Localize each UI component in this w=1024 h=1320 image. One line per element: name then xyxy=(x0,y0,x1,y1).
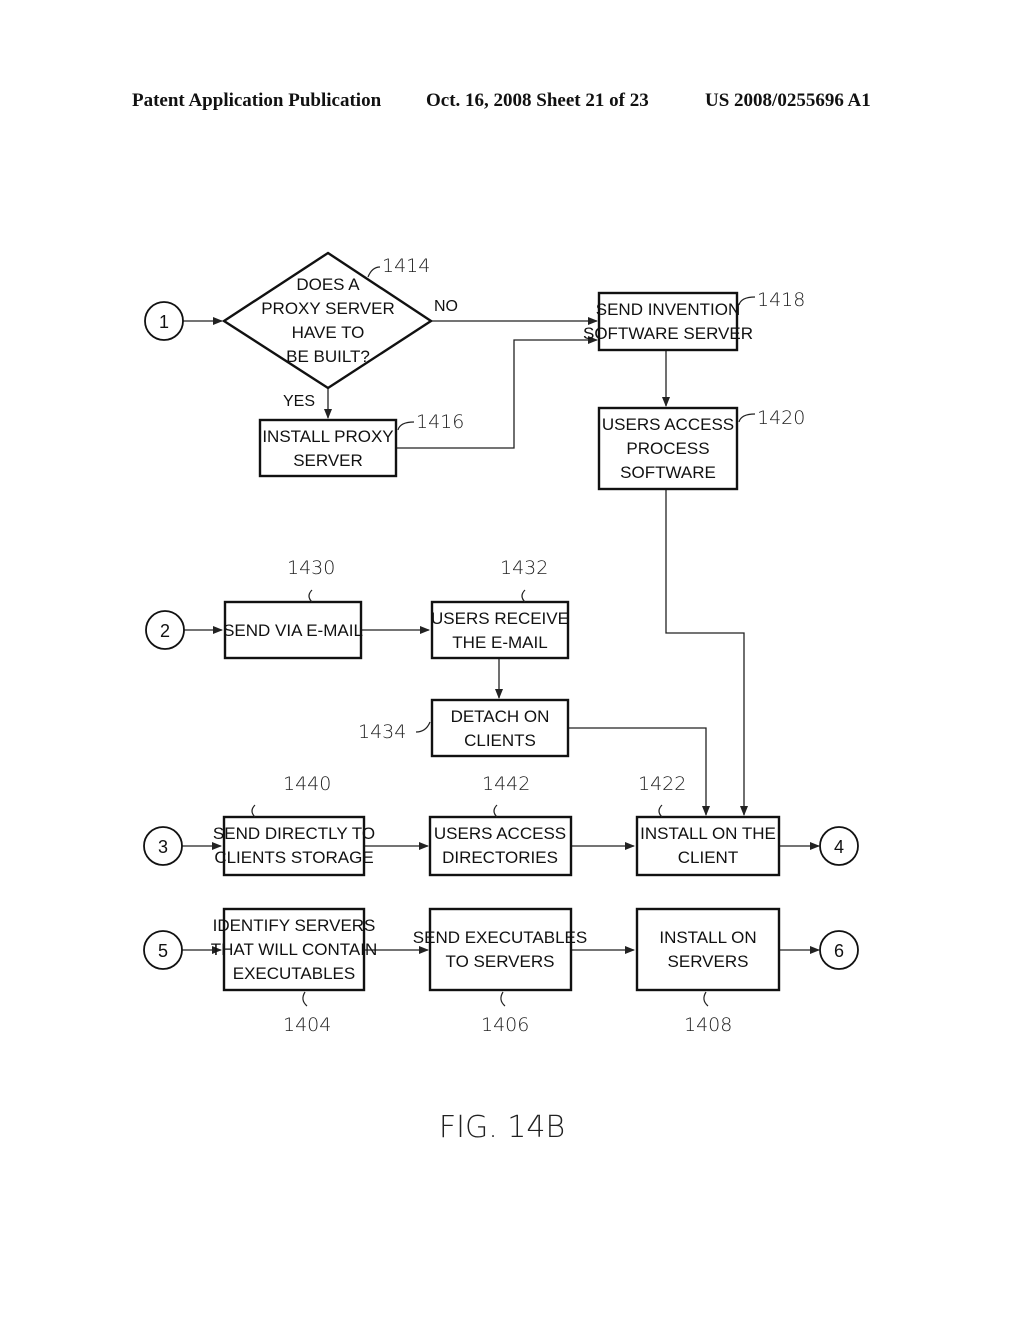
ref-leader-1420 xyxy=(738,413,756,423)
connector-2: 2 xyxy=(145,610,185,650)
process-1434-line-2: CLIENTS xyxy=(464,731,536,750)
figure-label: FIG. 14B xyxy=(439,1110,565,1145)
ref-leader-1418 xyxy=(738,296,756,306)
ref-leader-1440 xyxy=(251,804,256,818)
connector-1-label: 1 xyxy=(159,312,169,332)
ref-1408: 1408 xyxy=(684,1014,732,1036)
connector-4: 4 xyxy=(819,826,859,866)
connector-5: 5 xyxy=(143,930,183,970)
process-1416-line-1: INSTALL PROXY xyxy=(262,427,393,446)
process-1408-line-2: SERVERS xyxy=(668,952,749,971)
connector-2-label: 2 xyxy=(160,621,170,641)
process-1404-line-1: IDENTIFY SERVERS xyxy=(213,916,376,935)
ref-leader-1434 xyxy=(415,721,431,733)
process-1432: USERS RECEIVE THE E-MAIL 1432 xyxy=(430,557,570,660)
connector-5-label: 5 xyxy=(158,941,168,961)
process-1440-line-2: CLIENTS STORAGE xyxy=(214,848,373,867)
process-1422-line-1: INSTALL ON THE xyxy=(640,824,776,843)
ref-leader-1406 xyxy=(500,991,506,1007)
ref-1404: 1404 xyxy=(283,1014,331,1036)
connector-1: 1 xyxy=(144,301,184,341)
process-1442: USERS ACCESS DIRECTORIES 1442 xyxy=(428,773,573,877)
connector-3-label: 3 xyxy=(158,837,168,857)
process-1408: INSTALL ON SERVERS 1408 xyxy=(635,907,781,1036)
process-1420-line-2: PROCESS xyxy=(626,439,709,458)
ref-1422: 1422 xyxy=(638,773,686,795)
connector-4-label: 4 xyxy=(834,837,844,857)
process-1420-line-1: USERS ACCESS xyxy=(602,415,734,434)
process-1430: SEND VIA E-MAIL 1430 xyxy=(223,557,363,660)
ref-leader-1414 xyxy=(367,266,381,278)
ref-leader-1442 xyxy=(493,804,498,818)
process-1420: USERS ACCESS PROCESS SOFTWARE 1420 xyxy=(597,406,805,491)
ref-1416: 1416 xyxy=(416,411,464,433)
process-1422: INSTALL ON THE CLIENT 1422 xyxy=(635,773,781,877)
ref-1414: 1414 xyxy=(382,255,430,277)
edge-1434-to-1422 xyxy=(568,727,710,816)
process-1404-line-3: EXECUTABLES xyxy=(233,964,356,983)
ref-leader-1432 xyxy=(521,589,526,603)
decision-1414: DOES A PROXY SERVER HAVE TO BE BUILT? 14… xyxy=(221,251,434,390)
ref-1434: 1434 xyxy=(358,721,406,743)
process-1406-line-1: SEND EXECUTABLES xyxy=(413,928,587,947)
process-1416: INSTALL PROXY SERVER 1416 xyxy=(258,411,464,478)
process-1442-line-2: DIRECTORIES xyxy=(442,848,558,867)
process-1418: SEND INVENTION SOFTWARE SERVER 1418 xyxy=(583,289,805,352)
connector-6: 6 xyxy=(819,930,859,970)
process-1406-line-2: TO SERVERS xyxy=(446,952,555,971)
ref-1430: 1430 xyxy=(287,557,335,579)
process-1416-line-2: SERVER xyxy=(293,451,363,470)
process-1420-line-3: SOFTWARE xyxy=(620,463,716,482)
decision-1414-line-1: DOES A xyxy=(296,275,360,294)
decision-1414-line-3: HAVE TO xyxy=(292,323,365,342)
ref-leader-1404 xyxy=(302,991,308,1007)
process-1434: DETACH ON CLIENTS 1434 xyxy=(358,698,570,758)
ref-leader-1408 xyxy=(703,991,709,1007)
process-1404: IDENTIFY SERVERS THAT WILL CONTAIN EXECU… xyxy=(211,907,378,1036)
process-1442-line-1: USERS ACCESS xyxy=(434,824,566,843)
decision-1414-line-4: BE BUILT? xyxy=(286,347,370,366)
process-1418-line-1: SEND INVENTION xyxy=(596,300,741,319)
process-1430-line-1: SEND VIA E-MAIL xyxy=(223,621,363,640)
ref-1432: 1432 xyxy=(500,557,548,579)
process-1440: SEND DIRECTLY TO CLIENTS STORAGE 1440 xyxy=(213,773,375,877)
decision-1414-line-2: PROXY SERVER xyxy=(261,299,395,318)
edge-1420-to-1422 xyxy=(665,489,748,816)
ref-1418: 1418 xyxy=(757,289,805,311)
ref-leader-1422 xyxy=(658,804,663,818)
ref-1442: 1442 xyxy=(482,773,530,795)
process-1406: SEND EXECUTABLES TO SERVERS 1406 xyxy=(413,907,587,1036)
process-1422-line-2: CLIENT xyxy=(678,848,738,867)
process-1434-line-1: DETACH ON xyxy=(451,707,550,726)
process-1432-line-1: USERS RECEIVE xyxy=(431,609,569,628)
edge-label-yes: YES xyxy=(283,393,315,410)
ref-1440: 1440 xyxy=(283,773,331,795)
connector-6-label: 6 xyxy=(834,941,844,961)
connector-3: 3 xyxy=(143,826,183,866)
process-1408-line-1: INSTALL ON xyxy=(659,928,756,947)
ref-leader-1430 xyxy=(308,589,313,603)
edge-label-no: NO xyxy=(434,298,458,315)
ref-1420: 1420 xyxy=(757,407,805,429)
process-1440-line-1: SEND DIRECTLY TO xyxy=(213,824,375,843)
flowchart: NO YES 1 2 3 4 5 6 DOES A PROXY SERVER H… xyxy=(143,251,859,1145)
ref-leader-1416 xyxy=(397,421,415,431)
process-1418-line-2: SOFTWARE SERVER xyxy=(583,324,753,343)
process-1432-line-2: THE E-MAIL xyxy=(452,633,547,652)
ref-1406: 1406 xyxy=(481,1014,529,1036)
process-1404-line-2: THAT WILL CONTAIN xyxy=(211,940,378,959)
